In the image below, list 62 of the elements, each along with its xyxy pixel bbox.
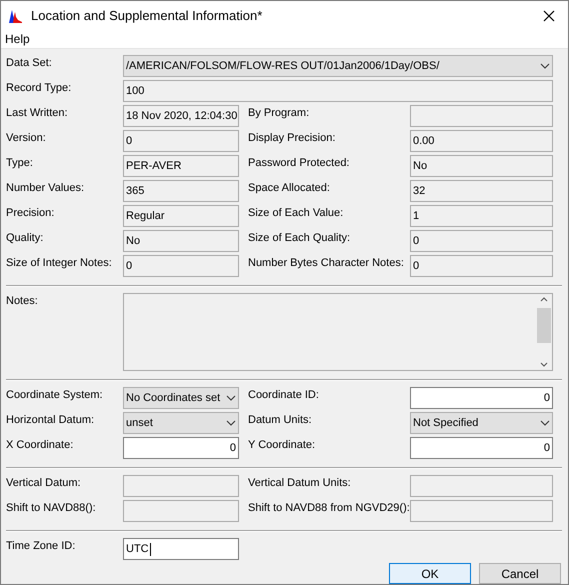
field-label: Space Allocated:	[248, 181, 330, 194]
chevron-down-icon[interactable]	[540, 362, 548, 367]
field-label: Quality:	[6, 231, 44, 244]
field-label: Datum Units:	[248, 413, 312, 426]
field-label: Vertical Datum:	[6, 476, 81, 489]
field-label: Coordinate System:	[6, 388, 103, 401]
field-label: Number Values:	[6, 181, 84, 194]
dropdown[interactable]: No Coordinates set	[123, 387, 239, 409]
dialog-button[interactable]: OK	[389, 563, 471, 584]
field-label: Type:	[6, 156, 33, 169]
dropdown[interactable]: Not Specified	[410, 412, 553, 434]
readonly-field: No	[123, 230, 239, 252]
chevron-down-icon	[540, 63, 550, 69]
readonly-field: 1	[410, 205, 553, 227]
field-label: Record Type:	[6, 81, 72, 94]
text-field[interactable]: UTC	[123, 538, 239, 560]
number-field[interactable]: 0	[123, 437, 239, 459]
readonly-field: PER-AVER	[123, 155, 239, 177]
menu-item[interactable]: Help	[5, 32, 30, 46]
window-title: Location and Supplemental Information*	[31, 8, 264, 24]
field-label: Vertical Datum Units:	[248, 476, 351, 489]
field-label: Notes:	[6, 294, 38, 307]
dropdown[interactable]: /AMERICAN/FOLSOM/FLOW-RES OUT/01Jan2006/1Day/OBS/	[123, 55, 553, 77]
field-label: Number Bytes Character Notes:	[248, 256, 404, 269]
readonly-field: Regular	[123, 205, 239, 227]
field-label: X Coordinate:	[6, 438, 74, 451]
readonly-field: 100	[123, 80, 553, 102]
dialog-button[interactable]: Cancel	[479, 563, 561, 584]
field-label: Size of Each Value:	[248, 206, 344, 219]
number-field[interactable]: 0	[410, 387, 553, 409]
field-label: Display Precision:	[248, 131, 336, 144]
field-label: Last Written:	[6, 106, 68, 119]
readonly-field: 0	[410, 230, 553, 252]
field-label: Size of Each Quality:	[248, 231, 350, 244]
chevron-down-icon	[540, 420, 550, 426]
scrollbar[interactable]	[536, 294, 552, 370]
readonly-field: 18 Nov 2020, 12:04:30	[123, 105, 239, 127]
field-label: Coordinate ID:	[248, 388, 319, 401]
close-icon[interactable]	[543, 10, 555, 22]
readonly-field: 0	[123, 130, 239, 152]
readonly-field: 0.00	[410, 130, 553, 152]
dropdown[interactable]: unset	[123, 412, 239, 434]
chevron-up-icon[interactable]	[540, 297, 548, 302]
field-label: Version:	[6, 131, 46, 144]
field-label: Horizontal Datum:	[6, 413, 94, 426]
field-label: Y Coordinate:	[248, 438, 316, 451]
readonly-field: 365	[123, 180, 239, 202]
field-label: Precision:	[6, 206, 54, 219]
field-label: Password Protected:	[248, 156, 350, 169]
field-label: Time Zone ID:	[6, 539, 76, 552]
field-label: Size of Integer Notes:	[6, 256, 112, 269]
readonly-field: No	[410, 155, 553, 177]
readonly-field: 32	[410, 180, 553, 202]
field-label: Shift to NAVD88 from NGVD29():	[248, 501, 410, 514]
number-field[interactable]: 0	[410, 437, 553, 459]
field-label: By Program:	[248, 106, 310, 119]
chevron-down-icon	[226, 395, 236, 401]
readonly-field: 0	[410, 255, 553, 277]
readonly-field: 0	[123, 255, 239, 277]
chevron-down-icon	[226, 420, 236, 426]
field-label: Shift to NAVD88():	[6, 501, 96, 514]
field-label: Data Set:	[6, 56, 52, 69]
